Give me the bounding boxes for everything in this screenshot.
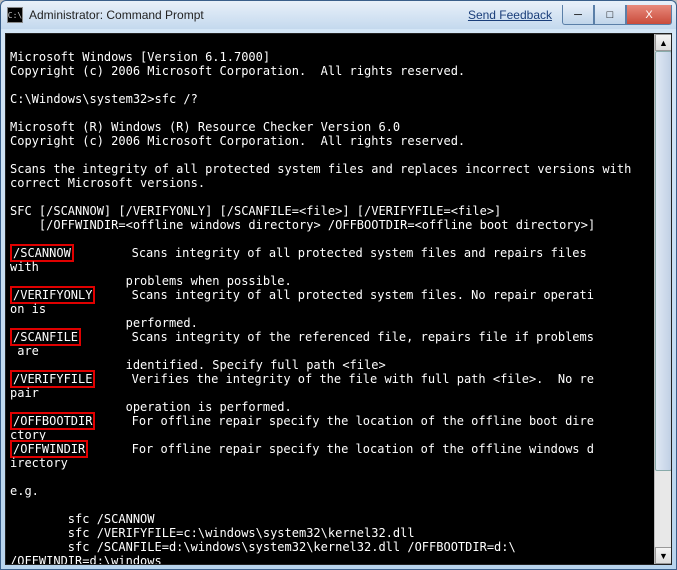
text: For offline repair specify the location … [88, 442, 594, 456]
text: Copyright (c) 2006 Microsoft Corporation… [10, 134, 465, 148]
text: [/OFFWINDIR=<offline windows directory> … [10, 218, 595, 232]
text: Copyright (c) 2006 Microsoft Corporation… [10, 64, 465, 78]
scrollbar[interactable]: ▲ ▼ [654, 34, 671, 564]
command-prompt-window: C:\ Administrator: Command Prompt Send F… [0, 0, 677, 570]
scroll-up-button[interactable]: ▲ [655, 34, 672, 51]
maximize-button[interactable]: □ [594, 5, 626, 25]
cmd-icon: C:\ [7, 7, 23, 23]
text: Scans the integrity of all protected sys… [10, 162, 631, 176]
text: Verifies the integrity of the file with … [95, 372, 594, 386]
text: pair [10, 386, 39, 400]
minimize-button[interactable]: ─ [562, 5, 594, 25]
text: Scans integrity of all protected system … [95, 288, 594, 302]
text: Microsoft (R) Windows (R) Resource Check… [10, 120, 400, 134]
text: correct Microsoft versions. [10, 176, 205, 190]
text: Scans integrity of all protected system … [74, 246, 587, 260]
text: e.g. [10, 484, 39, 498]
text: are [10, 344, 39, 358]
text: irectory [10, 456, 68, 470]
text: sfc /SCANNOW [10, 512, 155, 526]
scroll-thumb[interactable] [655, 51, 672, 471]
text: Microsoft Windows [Version 6.1.7000] [10, 50, 270, 64]
prompt-line: C:\Windows\system32>sfc /? [10, 92, 198, 106]
window-controls: ─ □ X [562, 5, 672, 25]
send-feedback-link[interactable]: Send Feedback [468, 8, 552, 22]
text: For offline repair specify the location … [95, 414, 594, 428]
window-title: Administrator: Command Prompt [29, 8, 468, 22]
console-area: Microsoft Windows [Version 6.1.7000] Cop… [5, 33, 672, 565]
close-button[interactable]: X [626, 5, 672, 25]
text: on is [10, 302, 46, 316]
text: SFC [/SCANNOW] [/VERIFYONLY] [/SCANFILE=… [10, 204, 501, 218]
scroll-down-button[interactable]: ▼ [655, 547, 672, 564]
text: sfc /VERIFYFILE=c:\windows\system32\kern… [10, 526, 415, 540]
titlebar[interactable]: C:\ Administrator: Command Prompt Send F… [1, 1, 676, 29]
text: Scans integrity of the referenced file, … [81, 330, 594, 344]
text: sfc /SCANFILE=d:\windows\system32\kernel… [10, 540, 523, 564]
console-output[interactable]: Microsoft Windows [Version 6.1.7000] Cop… [6, 34, 671, 564]
text: with [10, 260, 39, 274]
